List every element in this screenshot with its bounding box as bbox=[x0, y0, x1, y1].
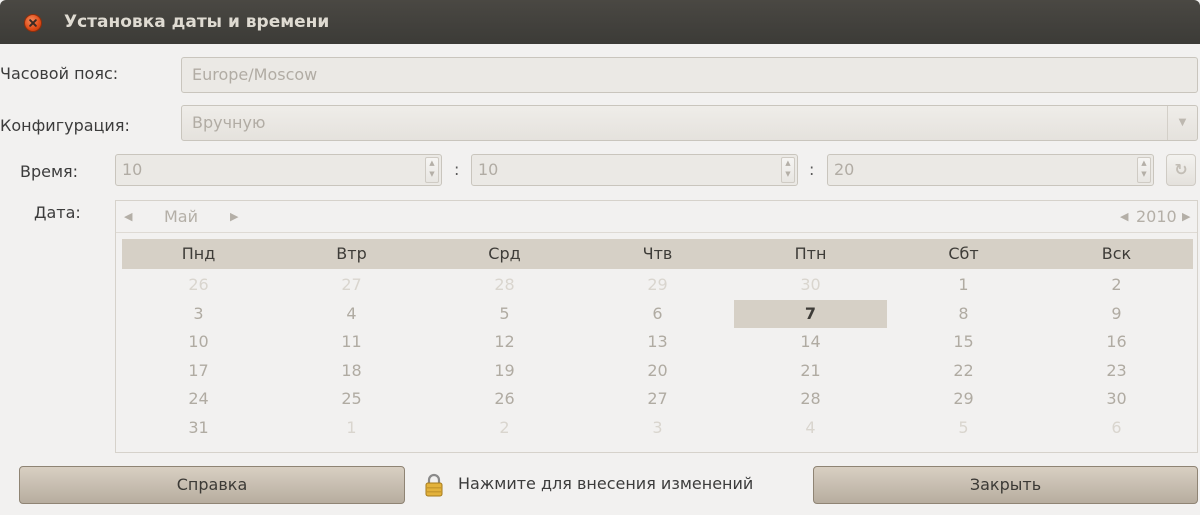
calendar-day[interactable]: 4 bbox=[275, 300, 428, 328]
prev-month-icon[interactable]: ◀ bbox=[124, 210, 132, 223]
calendar-day[interactable]: 22 bbox=[887, 357, 1040, 385]
seconds-spinner[interactable]: 20 ▲ ▼ bbox=[827, 154, 1154, 186]
weekday-tue: Втр bbox=[336, 244, 367, 263]
calendar-day[interactable]: 9 bbox=[1040, 300, 1193, 328]
calendar-day[interactable]: 25 bbox=[275, 385, 428, 413]
calendar[interactable]: ◀ Май ▶ ◀ 2010 ▶ Пнд Втр Срд Чтв Птн Сбт… bbox=[115, 200, 1198, 453]
help-button[interactable]: Справка bbox=[19, 466, 405, 504]
minutes-spinner[interactable]: 10 ▲ ▼ bbox=[471, 154, 798, 186]
calendar-day[interactable]: 26 bbox=[428, 385, 581, 413]
calendar-day[interactable]: 3 bbox=[122, 300, 275, 328]
calendar-day[interactable]: 6 bbox=[581, 300, 734, 328]
window-title: Установка даты и времени bbox=[64, 12, 330, 32]
calendar-day[interactable]: 24 bbox=[122, 385, 275, 413]
minutes-stepper-icon[interactable]: ▲ ▼ bbox=[781, 157, 795, 183]
calendar-day[interactable]: 5 bbox=[887, 414, 1040, 442]
calendar-day[interactable]: 4 bbox=[734, 414, 887, 442]
calendar-day[interactable]: 14 bbox=[734, 328, 887, 356]
lock-icon[interactable] bbox=[424, 473, 444, 497]
hours-spinner[interactable]: 10 ▲ ▼ bbox=[115, 154, 442, 186]
time-separator: : bbox=[454, 160, 460, 179]
calendar-day[interactable]: 21 bbox=[734, 357, 887, 385]
seconds-value: 20 bbox=[834, 160, 855, 179]
calendar-day[interactable]: 29 bbox=[887, 385, 1040, 413]
title-bar: Установка даты и времени bbox=[0, 0, 1200, 44]
date-label: Дата: bbox=[34, 203, 81, 222]
calendar-day[interactable]: 26 bbox=[122, 271, 275, 299]
weekday-mon: Пнд bbox=[181, 244, 216, 263]
weekday-wed: Срд bbox=[488, 244, 521, 263]
calendar-day[interactable]: 19 bbox=[428, 357, 581, 385]
calendar-day[interactable]: 3 bbox=[581, 414, 734, 442]
calendar-day[interactable]: 28 bbox=[428, 271, 581, 299]
calendar-month: Май bbox=[164, 207, 199, 226]
calendar-day[interactable]: 1 bbox=[275, 414, 428, 442]
calendar-day[interactable]: 13 bbox=[581, 328, 734, 356]
timezone-value: Europe/Moscow bbox=[192, 65, 318, 84]
calendar-day[interactable]: 30 bbox=[734, 271, 887, 299]
close-icon[interactable] bbox=[24, 14, 42, 32]
calendar-day-selected[interactable]: 7 bbox=[734, 299, 887, 328]
calendar-day[interactable]: 27 bbox=[581, 385, 734, 413]
unlock-label[interactable]: Нажмите для внесения изменений bbox=[458, 474, 753, 493]
calendar-day[interactable]: 16 bbox=[1040, 328, 1193, 356]
hours-stepper-icon[interactable]: ▲ ▼ bbox=[425, 157, 439, 183]
configuration-label: Конфигурация: bbox=[0, 116, 130, 135]
calendar-year: 2010 bbox=[1136, 207, 1177, 226]
weekday-thu: Чтв bbox=[642, 244, 673, 263]
next-year-icon[interactable]: ▶ bbox=[1182, 210, 1190, 223]
weekday-fri: Птн bbox=[794, 244, 827, 263]
weekday-sat: Сбт bbox=[948, 244, 979, 263]
calendar-day[interactable]: 27 bbox=[275, 271, 428, 299]
calendar-day[interactable]: 12 bbox=[428, 328, 581, 356]
time-label: Время: bbox=[20, 162, 79, 181]
calendar-day[interactable]: 8 bbox=[887, 300, 1040, 328]
next-month-icon[interactable]: ▶ bbox=[230, 210, 238, 223]
calendar-day[interactable]: 30 bbox=[1040, 385, 1193, 413]
weekday-sun: Вск bbox=[1101, 244, 1132, 263]
refresh-button[interactable]: ↻ bbox=[1166, 154, 1196, 186]
calendar-day[interactable]: 20 bbox=[581, 357, 734, 385]
calendar-day[interactable]: 31 bbox=[122, 414, 275, 442]
prev-year-icon[interactable]: ◀ bbox=[1120, 210, 1128, 223]
calendar-day[interactable]: 29 bbox=[581, 271, 734, 299]
calendar-day[interactable]: 11 bbox=[275, 328, 428, 356]
weekday-header: Пнд Втр Срд Чтв Птн Сбт Вск bbox=[122, 239, 1193, 269]
calendar-day[interactable]: 17 bbox=[122, 357, 275, 385]
calendar-day[interactable]: 2 bbox=[1040, 271, 1193, 299]
calendar-day[interactable]: 5 bbox=[428, 300, 581, 328]
hours-value: 10 bbox=[122, 160, 143, 179]
calendar-day[interactable]: 2 bbox=[428, 414, 581, 442]
timezone-field[interactable]: Europe/Moscow bbox=[181, 57, 1198, 93]
calendar-day[interactable]: 28 bbox=[734, 385, 887, 413]
configuration-value: Вручную bbox=[192, 113, 266, 132]
timezone-label: Часовой пояс: bbox=[0, 64, 119, 83]
chevron-down-icon[interactable]: ▼ bbox=[1167, 106, 1197, 140]
calendar-day[interactable]: 6 bbox=[1040, 414, 1193, 442]
seconds-stepper-icon[interactable]: ▲ ▼ bbox=[1137, 157, 1151, 183]
calendar-day[interactable]: 10 bbox=[122, 328, 275, 356]
calendar-header: ◀ Май ▶ ◀ 2010 ▶ bbox=[116, 201, 1197, 233]
calendar-day[interactable]: 15 bbox=[887, 328, 1040, 356]
minutes-value: 10 bbox=[478, 160, 499, 179]
refresh-icon: ↻ bbox=[1174, 160, 1188, 179]
calendar-day[interactable]: 1 bbox=[887, 271, 1040, 299]
time-separator: : bbox=[809, 160, 815, 179]
date-time-window: Установка даты и времени Часовой пояс: E… bbox=[0, 0, 1200, 515]
calendar-day[interactable]: 23 bbox=[1040, 357, 1193, 385]
calendar-day[interactable]: 18 bbox=[275, 357, 428, 385]
close-button[interactable]: Закрыть bbox=[813, 466, 1198, 504]
configuration-select[interactable]: Вручную ▼ bbox=[181, 105, 1198, 141]
